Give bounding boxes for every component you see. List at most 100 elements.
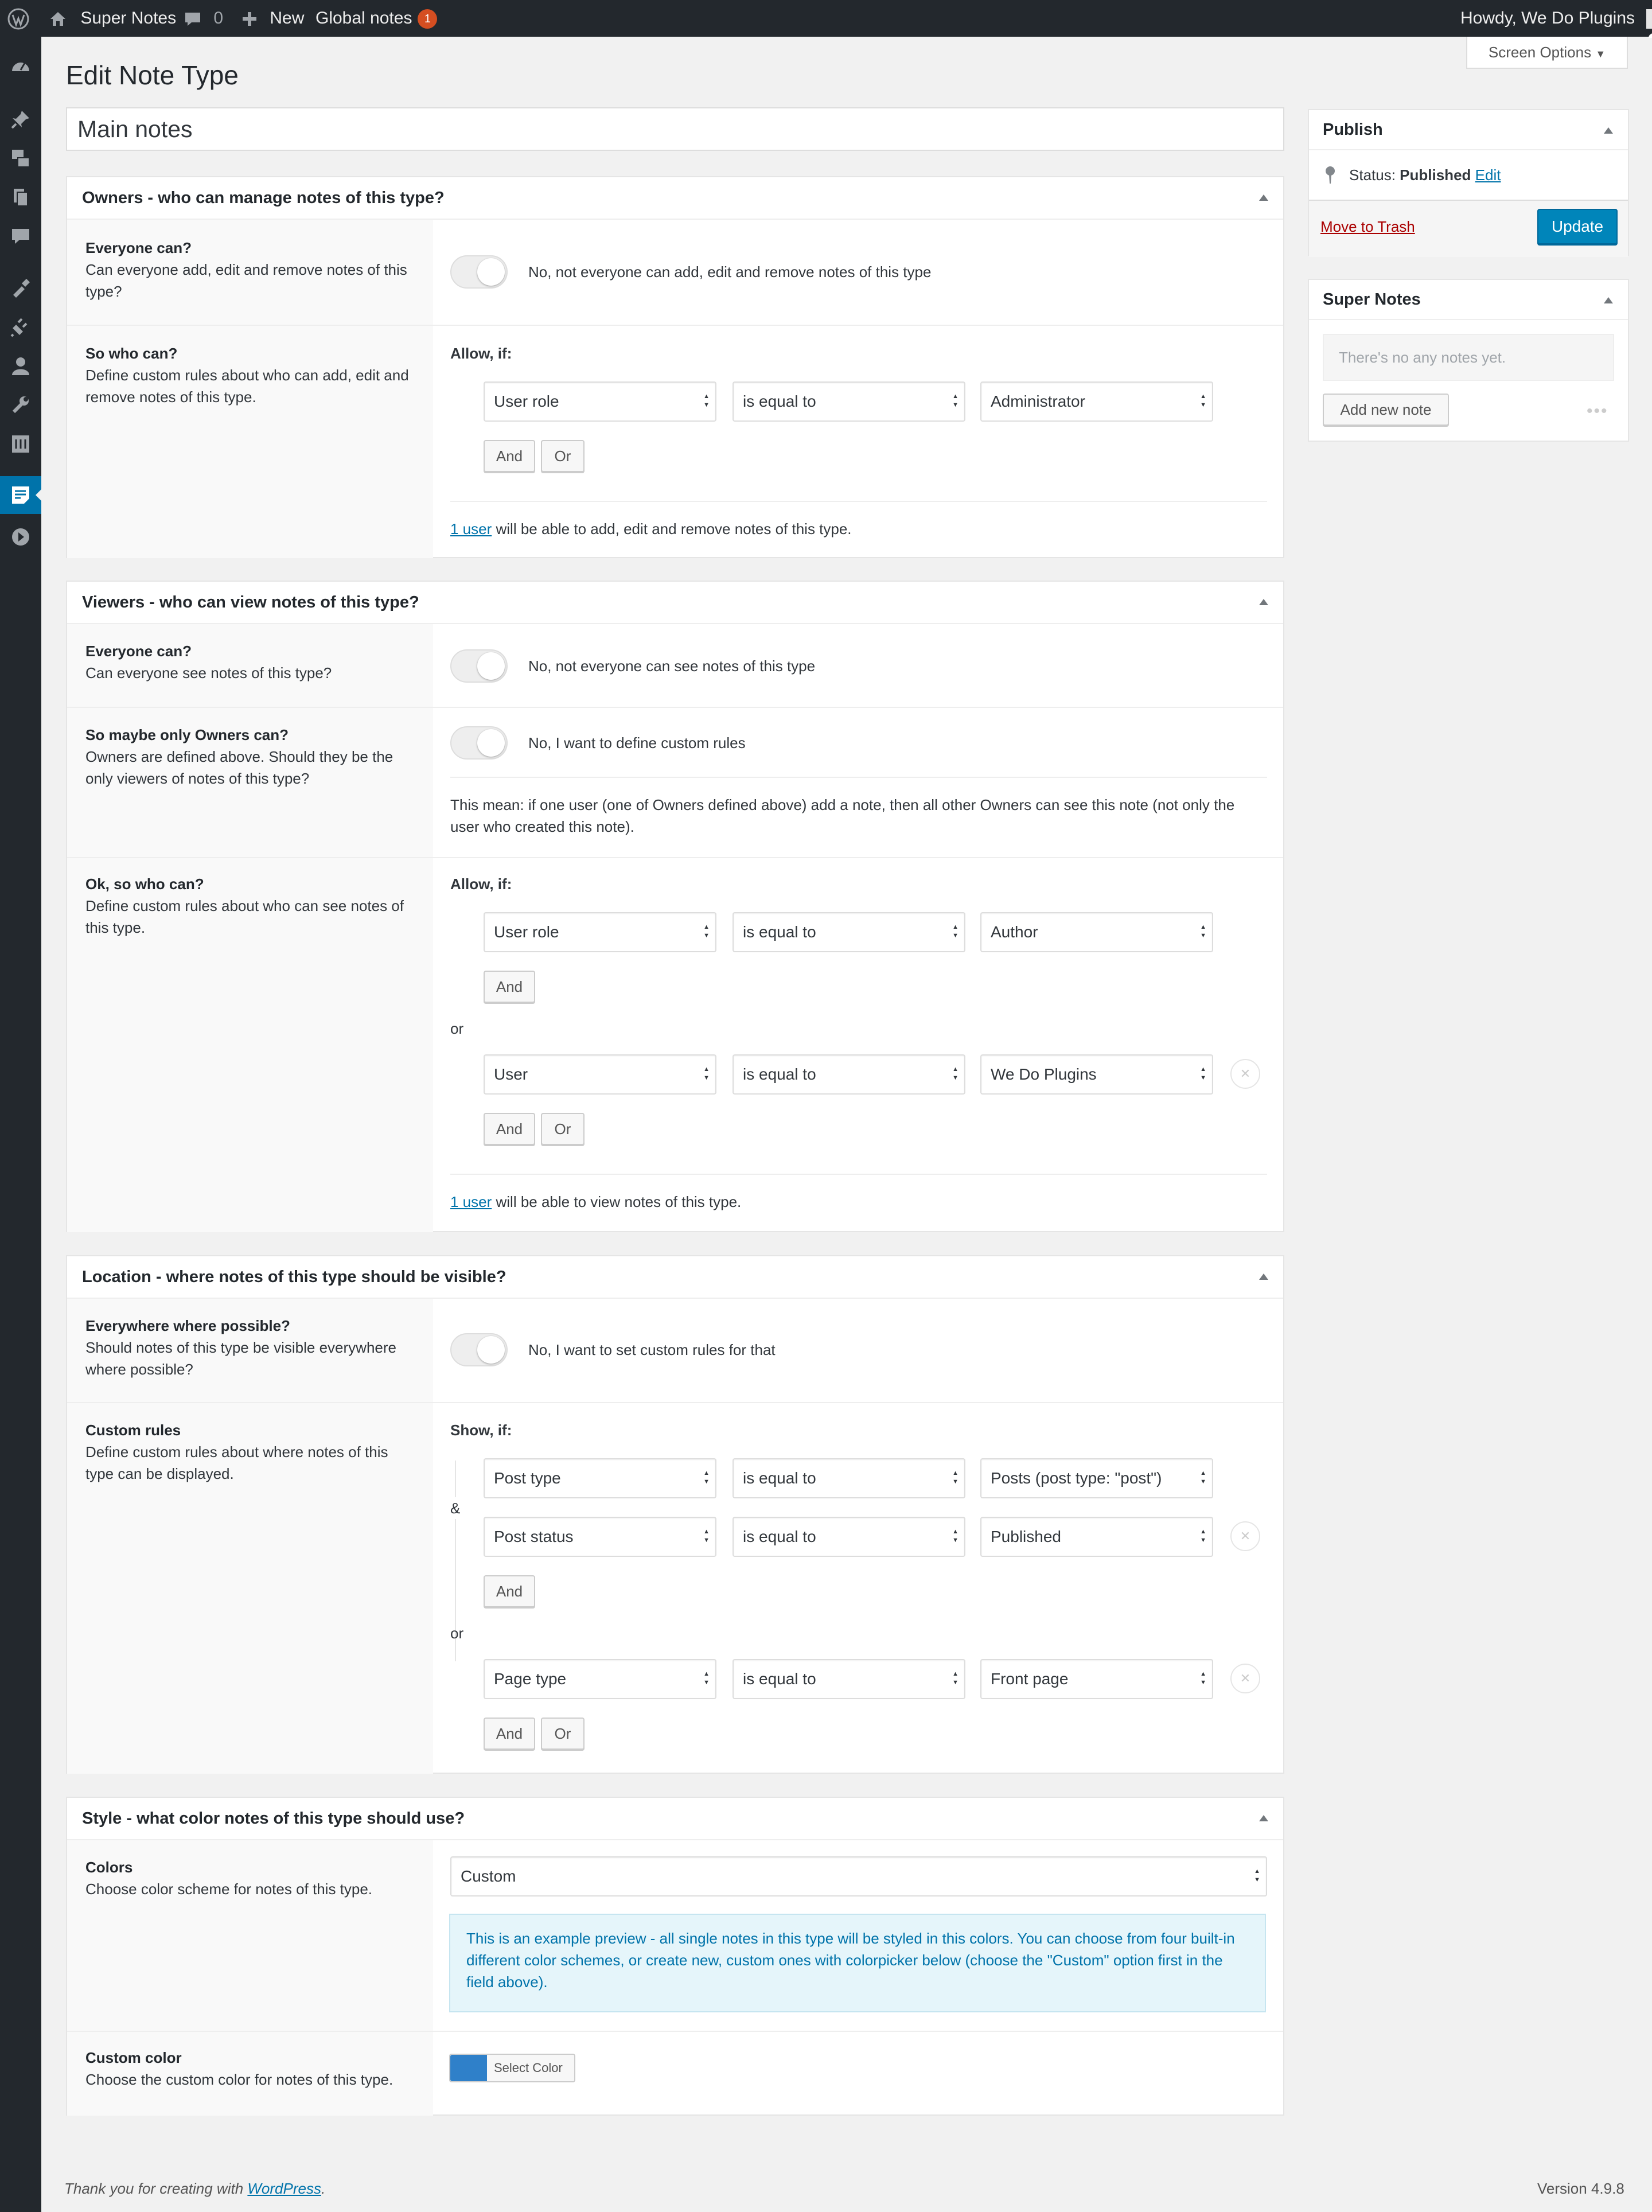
location-rule3-value-select[interactable]: Front page [980,1659,1213,1699]
wordpress-logo-icon[interactable] [7,0,30,37]
viewers-who-title: Ok, so who can? [85,875,204,893]
update-button[interactable]: Update [1537,209,1618,244]
viewers-rule1-field-select[interactable]: User role [484,912,716,952]
viewers-heading[interactable]: Viewers - who can view notes of this typ… [67,582,1283,624]
remove-rule-icon[interactable]: ✕ [1230,1521,1260,1551]
footer-version: Version 4.9.8 [1537,2180,1624,2197]
footer-thanks-suffix: . [321,2180,326,2197]
viewers-box: Viewers - who can view notes of this typ… [66,581,1284,1232]
viewers-rule2-field-select[interactable]: User [484,1054,716,1095]
row-divider [67,707,1283,708]
toggle-arrow-icon[interactable] [1259,1274,1268,1280]
viewers-and-button-1[interactable]: And [484,971,535,1003]
toggle-arrow-icon[interactable] [1259,599,1268,605]
more-dots-icon[interactable]: ••• [1587,403,1608,420]
viewers-everyone-desc: Can everyone see notes of this type? [85,664,332,681]
toggle-arrow-icon[interactable] [1259,1815,1268,1821]
viewers-who-desc: Define custom rules about who can see no… [85,897,404,936]
viewers-rule2-value-select[interactable]: We Do Plugins [980,1054,1213,1095]
viewers-rule1-value-select[interactable]: Author [980,912,1213,952]
select-color-button[interactable]: Select Color [449,2054,575,2082]
toggle-arrow-icon[interactable] [1604,127,1613,134]
select-color-label: Select Color [494,2061,563,2075]
owners-heading[interactable]: Owners - who can manage notes of this ty… [67,177,1283,220]
viewers-rule2-operator-select[interactable]: is equal to [733,1054,965,1095]
location-everywhere-toggle[interactable] [450,1333,508,1366]
plugins-icon[interactable] [10,317,31,337]
wordpress-link[interactable]: WordPress [247,2180,321,2197]
comments-menu-icon[interactable] [10,226,31,247]
notification-badge: 1 [418,9,438,29]
publish-heading[interactable]: Publish [1309,110,1628,150]
super-notes-heading-text: Super Notes [1323,290,1421,309]
users-icon[interactable] [10,356,31,376]
location-everywhere-title: Everywhere where possible? [85,1317,290,1334]
owners-and-button[interactable]: And [484,440,535,472]
color-preview-note: This is an example preview - all single … [449,1914,1266,2012]
toggle-arrow-icon[interactable] [1604,297,1613,303]
viewers-rule1-operator-select[interactable]: is equal to [733,912,965,952]
location-rule2-operator-select[interactable]: is equal to [733,1517,965,1557]
viewers-and-button-2[interactable]: And [484,1113,535,1145]
settings-icon[interactable] [10,434,31,454]
global-notes-link[interactable]: Global notes 1 [315,0,438,37]
owners-rule-field-select[interactable]: User role [484,381,716,422]
location-rule3-operator-select[interactable]: is equal to [733,1659,965,1699]
style-heading-text: Style - what color notes of this type sh… [82,1809,465,1828]
viewers-users-link[interactable]: 1 user [450,1193,492,1210]
location-or-button[interactable]: Or [541,1718,585,1750]
location-and-button-1[interactable]: And [484,1575,535,1607]
location-heading[interactable]: Location - where notes of this type shou… [67,1256,1283,1299]
account-link[interactable]: Howdy, We Do Plugins [1460,0,1652,38]
viewers-owners-toggle[interactable] [450,726,508,760]
toggle-arrow-icon[interactable] [1259,194,1268,201]
owners-who-label: So who can? Define custom rules about who… [85,342,412,408]
greeting: Howdy, We Do Plugins [1460,9,1635,28]
viewers-owners-note: This mean: if one user (one of Owners de… [450,796,1235,835]
owners-allow-if: Allow, if: [450,345,512,362]
owners-everyone-toggle[interactable] [450,255,508,289]
super-notes-menu-item[interactable] [0,476,42,514]
viewers-heading-text: Viewers - who can view notes of this typ… [82,593,419,612]
owners-rule-value-select[interactable]: Administrator [980,381,1213,422]
remove-rule-icon[interactable]: ✕ [1230,1059,1260,1089]
location-rule1-operator-select[interactable]: is equal to [733,1458,965,1498]
location-rule1-value-select[interactable]: Posts (post type: "post") [980,1458,1213,1498]
remove-rule-icon[interactable]: ✕ [1230,1664,1260,1693]
media-icon[interactable] [10,148,31,169]
owners-or-button[interactable]: Or [541,440,585,472]
owners-users-link[interactable]: 1 user [450,520,492,538]
screen-options-button[interactable]: Screen Options ▼ [1466,37,1628,69]
viewers-everyone-toggle[interactable] [450,649,508,683]
owners-heading-text: Owners - who can manage notes of this ty… [82,189,445,207]
location-rule2-field-select[interactable]: Post status [484,1517,716,1557]
owners-box: Owners - who can manage notes of this ty… [66,176,1284,558]
location-and-button-2[interactable]: And [484,1718,535,1750]
color-scheme-select[interactable]: Custom [450,1856,1267,1896]
move-to-trash-link[interactable]: Move to Trash [1320,216,1415,237]
location-rule3-field-select[interactable]: Page type [484,1659,716,1699]
owners-rule-operator-select[interactable]: is equal to [733,381,965,422]
style-heading[interactable]: Style - what color notes of this type sh… [67,1798,1283,1840]
comments-count: 0 [213,9,224,28]
status-edit-link[interactable]: Edit [1475,166,1501,184]
dashboard-icon[interactable] [10,56,31,77]
posts-pin-icon[interactable] [10,109,31,130]
title-input[interactable]: Main notes [66,107,1284,151]
collapse-menu-icon[interactable] [10,527,31,547]
comments-link[interactable]: 0 [184,0,223,37]
pages-icon[interactable] [10,187,31,208]
new-content-link[interactable]: New [241,0,304,37]
site-name-link[interactable]: Super Notes [48,0,176,37]
viewers-or-button[interactable]: Or [541,1113,585,1145]
appearance-icon[interactable] [10,278,31,298]
empty-notes-message: There's no any notes yet. [1323,334,1614,381]
footer-thanks-prefix: Thank you for creating with [64,2180,248,2197]
location-rule2-value-select[interactable]: Published [980,1517,1213,1557]
add-new-note-button[interactable]: Add new note [1323,394,1449,426]
global-notes-label: Global notes [315,9,412,28]
owners-summary: 1 user will be able to add, edit and rem… [450,518,852,540]
location-rule1-field-select[interactable]: Post type [484,1458,716,1498]
super-notes-heading[interactable]: Super Notes [1309,280,1628,320]
tools-wrench-icon[interactable] [10,395,31,415]
